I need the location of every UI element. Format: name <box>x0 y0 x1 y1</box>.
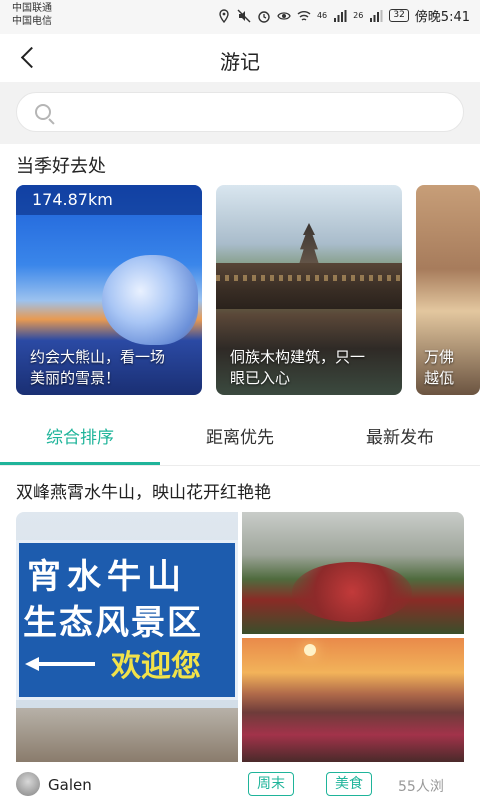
sort-tabs: 综合排序 距离优先 最新发布 <box>0 410 480 466</box>
carrier-info: 中国联通 中国电信 <box>12 2 52 28</box>
sign-text: 生态风景区 <box>23 603 203 643</box>
destination-card-2[interactable]: 侗族木构建筑，只一 眼已入心 <box>216 185 402 395</box>
tag-weekend[interactable]: 周末 <box>248 772 294 796</box>
wifi-icon <box>297 10 311 21</box>
tag-food[interactable]: 美食 <box>326 772 372 796</box>
clock: 傍晚5:41 <box>414 10 470 25</box>
status-bar: 中国联通 中国电信 46 26 32 傍晚5:41 <box>0 0 480 34</box>
author-name[interactable]: Galen <box>48 776 92 794</box>
photo-buildings <box>16 708 238 762</box>
network-2-label: 26 <box>353 11 364 20</box>
distance-badge: 174.87km <box>16 185 202 215</box>
sign-text: 宵水牛山 <box>27 557 187 597</box>
signal-1-icon <box>334 9 347 22</box>
post-photo-main[interactable]: 宵水牛山 生态风景区 欢迎您 <box>16 512 238 762</box>
post-meta: Galen 周末 美食 55人浏 <box>0 768 480 800</box>
destination-card-1[interactable]: 约会大熊山，看一场 美丽的雪景！ <box>16 185 202 395</box>
carrier-2: 中国电信 <box>12 16 52 27</box>
post-photo-flowers[interactable] <box>242 512 464 634</box>
carrier-1: 中国联通 <box>12 3 52 14</box>
tab-latest[interactable]: 最新发布 <box>320 410 480 466</box>
divider <box>0 465 480 466</box>
photo-sun <box>304 644 316 656</box>
scenic-sign: 宵水牛山 生态风景区 欢迎您 <box>16 540 238 700</box>
alarm-icon <box>258 10 270 23</box>
page-title: 游记 <box>220 50 260 74</box>
arrow-left-icon <box>25 655 95 673</box>
search-area <box>0 82 480 144</box>
search-input[interactable] <box>61 99 451 127</box>
sign-text: 欢迎您 <box>111 649 201 684</box>
app-bar: 游记 <box>0 34 480 82</box>
network-1-label: 46 <box>316 11 328 20</box>
search-bar[interactable] <box>16 92 464 132</box>
destination-card-caption: 万佛 越佤 <box>424 348 455 387</box>
view-count: 55人浏 <box>398 779 444 795</box>
eye-icon <box>277 11 291 20</box>
destination-card-3[interactable]: 万佛 越佤 <box>416 185 480 395</box>
post-photo-sunset[interactable] <box>242 638 464 762</box>
card-image-frost <box>102 255 198 345</box>
location-icon <box>219 8 229 23</box>
section-title-season: 当季好去处 <box>16 156 106 177</box>
card-image-bridge <box>216 263 402 309</box>
photo-azalea <box>292 562 412 622</box>
tab-comprehensive[interactable]: 综合排序 <box>0 410 160 466</box>
avatar[interactable] <box>16 772 40 796</box>
signal-2-icon <box>370 9 383 22</box>
destination-card-caption: 侗族木构建筑，只一 眼已入心 <box>230 348 366 387</box>
mute-icon <box>237 9 251 22</box>
destination-card-caption: 约会大熊山，看一场 美丽的雪景！ <box>30 348 166 387</box>
status-icons: 46 26 32 傍晚5:41 <box>217 6 470 25</box>
search-icon <box>35 104 51 120</box>
tab-distance[interactable]: 距离优先 <box>160 410 320 466</box>
battery-icon: 32 <box>389 9 409 22</box>
post-title[interactable]: 双峰燕霄水牛山，映山花开红艳艳 <box>16 478 271 503</box>
